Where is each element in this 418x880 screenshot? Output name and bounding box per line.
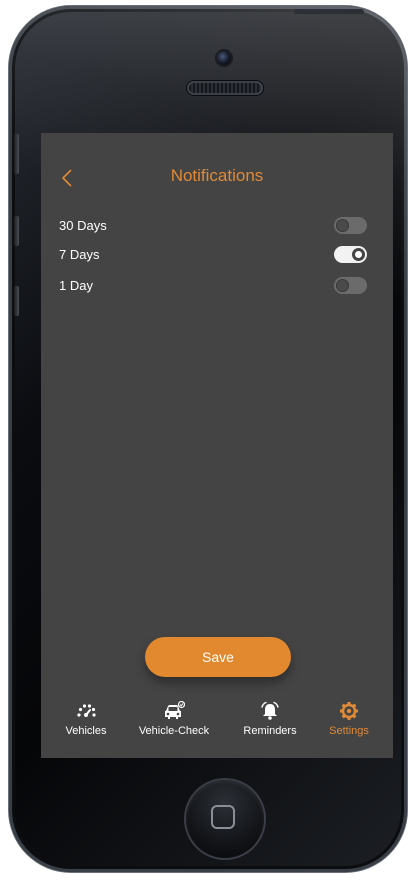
tab-vehicles[interactable]: Vehicles [55,701,117,747]
option-label: 30 Days [59,218,107,233]
tab-label: Vehicle-Check [138,725,210,737]
toggle-knob [352,248,365,261]
power-button [294,9,364,14]
toggle-1-day[interactable] [334,277,367,294]
app-screen: Notifications 30 Days 7 Days 1 Day Save [41,133,393,758]
gear-icon [340,702,358,720]
tab-reminders[interactable]: Reminders [235,701,305,747]
page-title: Notifications [170,166,264,185]
car-check-icon [165,701,185,719]
tab-vehicle-check[interactable]: Vehicle-Check [129,701,219,747]
mute-switch [14,134,19,174]
tab-label: Vehicles [65,725,107,737]
option-label: 7 Days [59,247,100,262]
toggle-knob [336,279,349,292]
save-button[interactable]: Save [145,637,291,677]
option-row-7-days: 7 Days [59,244,367,266]
speedometer-icon [77,704,96,717]
toggle-7-days[interactable] [334,246,367,263]
volume-down-button [14,286,19,316]
option-label: 1 Day [59,278,93,293]
volume-up-button [14,216,19,246]
toggle-30-days[interactable] [334,217,367,234]
earpiece-speaker [187,81,263,95]
nav-header: Notifications [41,133,393,217]
bottom-tab-bar: Vehicles Vehicle-Check Reminders Setting… [41,693,393,753]
home-square-icon [211,805,235,829]
tab-label: Reminders [243,725,297,737]
tab-settings[interactable]: Settings [321,701,377,747]
home-button[interactable] [186,780,264,858]
front-camera [217,51,231,65]
tab-label: Settings [329,725,369,737]
toggle-knob [336,219,349,232]
option-row-30-days: 30 Days [59,215,367,237]
option-row-1-day: 1 Day [59,275,367,297]
alarm-bell-icon [261,701,279,720]
